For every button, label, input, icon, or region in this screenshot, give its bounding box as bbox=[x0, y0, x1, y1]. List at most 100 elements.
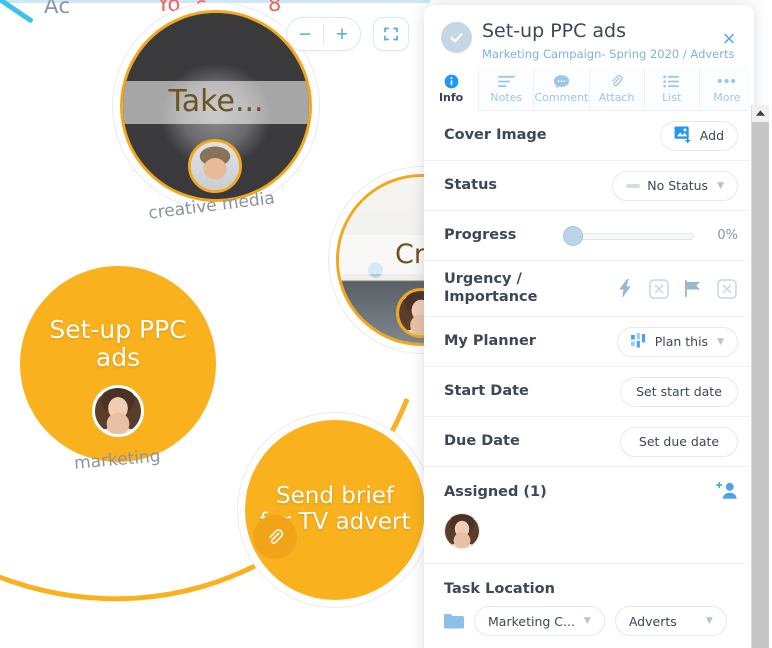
add-image-icon bbox=[674, 125, 693, 146]
task-location-header: Task Location bbox=[424, 564, 754, 606]
slider-track bbox=[566, 232, 694, 240]
info-icon bbox=[444, 74, 459, 89]
notes-icon bbox=[497, 74, 515, 89]
chevron-down-icon: ▼ bbox=[705, 616, 713, 627]
list-value: Adverts bbox=[628, 613, 677, 629]
clear-importance-icon[interactable] bbox=[716, 278, 738, 300]
zoom-in-button[interactable]: + bbox=[324, 18, 360, 50]
assigned-header: Assigned (1) bbox=[424, 467, 754, 511]
fit-screen-button[interactable] bbox=[373, 17, 409, 51]
row-urgency-importance: Urgency / Importance bbox=[424, 261, 754, 317]
tab-more[interactable]: More bbox=[699, 67, 754, 110]
tab-label: Comment bbox=[534, 90, 589, 104]
panel-rows: Cover Image Add Status No Status ▼ Progr… bbox=[424, 111, 754, 648]
add-cover-image-label: Add bbox=[699, 128, 724, 143]
tab-label: Info bbox=[438, 90, 464, 104]
tab-comment[interactable]: Comment bbox=[534, 67, 590, 110]
comment-icon bbox=[553, 74, 570, 89]
assigned-members bbox=[424, 511, 754, 564]
row-start-date: Start Date Set start date bbox=[424, 367, 754, 417]
chevron-down-icon: ▼ bbox=[583, 616, 591, 627]
row-label: Status bbox=[444, 176, 498, 193]
node-title: Take... bbox=[123, 81, 309, 124]
planner-value: Plan this bbox=[654, 334, 709, 349]
mindmap-canvas[interactable]: Ac Yo s 8 Take... creative media Crea bbox=[0, 0, 430, 648]
slider-thumb[interactable] bbox=[563, 225, 583, 246]
section-assigned: Assigned (1) bbox=[424, 467, 754, 564]
scrollbar-up-arrow[interactable] bbox=[752, 105, 769, 122]
panel-scrollbar[interactable] bbox=[751, 105, 769, 648]
paperclip-icon bbox=[609, 74, 624, 89]
zoom-controls[interactable]: − + bbox=[286, 17, 409, 51]
female-avatar-image bbox=[95, 388, 141, 434]
section-task-location: Task Location Marketing C... ▼ Adverts ▼ bbox=[424, 564, 754, 648]
set-due-date-button[interactable]: Set due date bbox=[620, 426, 738, 457]
zoom-pill[interactable]: − + bbox=[286, 17, 361, 51]
flag-icon[interactable] bbox=[682, 278, 704, 300]
ellipsis-icon bbox=[717, 74, 736, 89]
board-dropdown[interactable]: Marketing C... ▼ bbox=[474, 606, 605, 637]
page-title: Set-up PPC ads bbox=[482, 20, 627, 42]
node-bubble[interactable]: Send brief for TV advert bbox=[245, 420, 425, 600]
urgency-importance-controls[interactable] bbox=[614, 278, 738, 300]
row-label: My Planner bbox=[444, 332, 536, 349]
row-label: Urgency / Importance bbox=[444, 271, 538, 305]
attachment-icon[interactable] bbox=[253, 515, 297, 559]
chevron-down-icon: ▼ bbox=[717, 180, 724, 191]
male-avatar-image bbox=[191, 142, 239, 190]
planner-icon bbox=[630, 332, 648, 351]
clear-urgency-icon[interactable] bbox=[648, 278, 670, 300]
tab-label: Notes bbox=[490, 90, 523, 104]
canvas-scribble-0: Ac bbox=[44, 0, 71, 18]
tab-label: More bbox=[713, 90, 741, 104]
add-person-icon[interactable] bbox=[716, 481, 738, 505]
panel-tabs[interactable]: Info Notes Comment Attach List More bbox=[424, 67, 754, 111]
status-dropdown[interactable]: No Status ▼ bbox=[612, 170, 738, 201]
scrollbar-thumb[interactable] bbox=[752, 122, 769, 648]
node-avatar[interactable] bbox=[92, 385, 144, 437]
lightning-icon[interactable] bbox=[614, 278, 636, 300]
row-due-date: Due Date Set due date bbox=[424, 417, 754, 467]
app-root: Ac Yo s 8 Take... creative media Crea bbox=[0, 0, 772, 648]
female-avatar-image bbox=[445, 514, 479, 548]
row-label: Progress bbox=[444, 226, 517, 243]
progress-value: 0% bbox=[717, 228, 738, 243]
row-my-planner: My Planner Plan this ▼ bbox=[424, 317, 754, 367]
set-start-date-button[interactable]: Set start date bbox=[620, 376, 738, 407]
folder-icon bbox=[444, 613, 464, 629]
no-status-dash-icon bbox=[626, 183, 641, 188]
chevron-down-icon: ▼ bbox=[717, 336, 724, 347]
list-icon bbox=[663, 74, 680, 89]
zoom-out-button[interactable]: − bbox=[287, 18, 323, 50]
panel-header: Set-up PPC ads Marketing Campaign- Sprin… bbox=[424, 5, 754, 67]
close-icon[interactable]: × bbox=[716, 26, 742, 52]
board-value: Marketing C... bbox=[488, 613, 575, 629]
row-label: Due Date bbox=[444, 432, 520, 449]
row-status: Status No Status ▼ bbox=[424, 161, 754, 211]
plan-this-dropdown[interactable]: Plan this ▼ bbox=[616, 326, 738, 357]
avatar[interactable] bbox=[444, 513, 480, 549]
check-circle-icon[interactable] bbox=[441, 22, 472, 53]
row-cover-image: Cover Image Add bbox=[424, 111, 754, 161]
task-detail-panel[interactable]: Set-up PPC ads Marketing Campaign- Sprin… bbox=[424, 5, 754, 648]
row-label: Cover Image bbox=[444, 126, 547, 143]
node-avatar[interactable] bbox=[188, 139, 242, 193]
task-location-controls: Marketing C... ▼ Adverts ▼ bbox=[424, 606, 754, 648]
add-cover-image-button[interactable]: Add bbox=[659, 120, 738, 151]
tab-label: Attach bbox=[598, 90, 635, 104]
tab-label: List bbox=[662, 90, 682, 104]
tab-notes[interactable]: Notes bbox=[479, 67, 535, 110]
assigned-label: Assigned (1) bbox=[444, 484, 547, 501]
progress-slider[interactable] bbox=[563, 225, 694, 246]
breadcrumb: Marketing Campaign- Spring 2020 / Advert… bbox=[482, 46, 735, 61]
task-location-label: Task Location bbox=[444, 581, 555, 597]
row-progress: Progress 0% bbox=[424, 211, 754, 261]
tab-info[interactable]: Info bbox=[424, 67, 480, 111]
row-label: Start Date bbox=[444, 382, 529, 399]
progress-control[interactable]: 0% bbox=[516, 225, 738, 246]
list-dropdown[interactable]: Adverts ▼ bbox=[614, 606, 727, 637]
tab-attach[interactable]: Attach bbox=[589, 67, 645, 110]
node-title: Crea bbox=[339, 235, 430, 275]
status-value: No Status bbox=[647, 178, 709, 193]
tab-list[interactable]: List bbox=[644, 67, 700, 110]
